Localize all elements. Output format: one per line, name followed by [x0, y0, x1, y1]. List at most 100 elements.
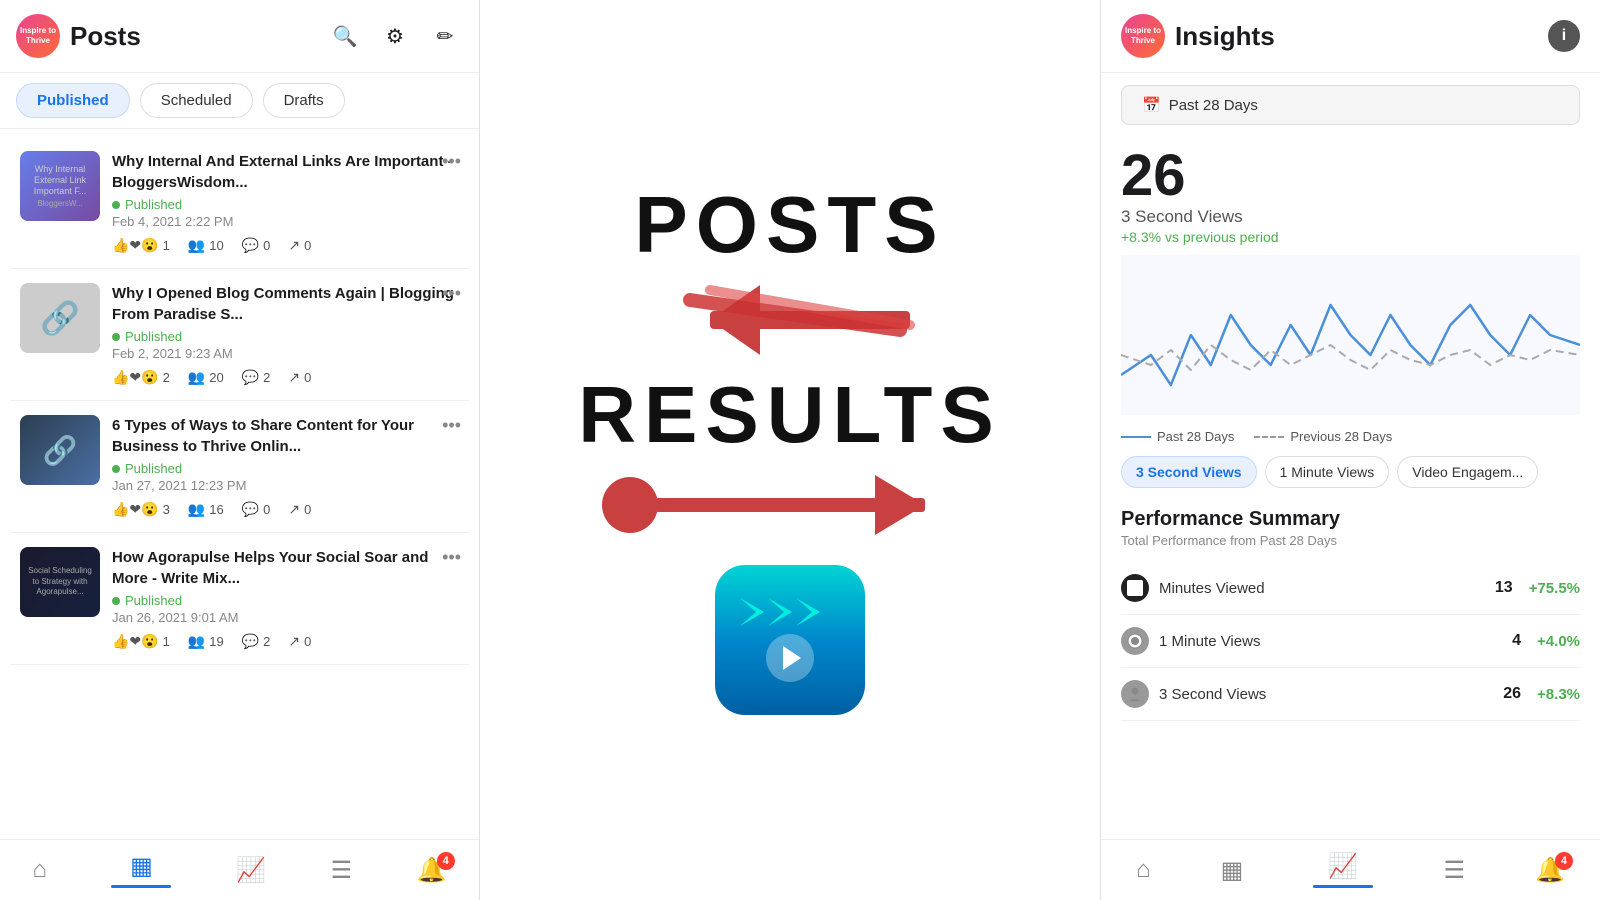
- post-date: Jan 27, 2021 12:23 PM: [112, 478, 459, 493]
- left-arrow-graphic: [650, 265, 930, 375]
- filter-button[interactable]: ⚙: [377, 18, 413, 54]
- metrics-summary: 26 3 Second Views +8.3% vs previous peri…: [1101, 137, 1600, 245]
- inbox-icon: ☰: [1443, 856, 1465, 885]
- status-dot: [112, 201, 120, 209]
- right-arrow-graphic: [600, 465, 980, 545]
- post-stats: 👍❤😮 1 👥 10 💬 0 ↗ 0: [112, 237, 459, 254]
- home-icon: ⌂: [1136, 856, 1151, 884]
- more-options-button[interactable]: •••: [442, 283, 461, 304]
- 3second-value: 26: [1503, 685, 1521, 703]
- main-metric-number: 26: [1121, 147, 1580, 205]
- post-status: Published: [112, 593, 459, 608]
- reactions-stat: 👍❤😮 1: [112, 633, 170, 650]
- notification-badge: 4: [437, 852, 455, 870]
- right-page-title: Insights: [1175, 21, 1275, 52]
- chart-container: [1101, 245, 1600, 425]
- line-chart: [1121, 255, 1580, 415]
- right-bottom-nav: ⌂ ▦ 📈 ☰ 🔔 4: [1101, 839, 1600, 900]
- nav-item-analytics[interactable]: 📈: [236, 856, 266, 885]
- post-title: Why I Opened Blog Comments Again | Blogg…: [112, 283, 459, 325]
- right-nav-analytics[interactable]: 📈: [1313, 852, 1373, 888]
- metric-tabs: 3 Second Views 1 Minute Views Video Enga…: [1101, 448, 1600, 496]
- reactions-stat: 👍❤😮 1: [112, 237, 170, 254]
- post-title: How Agorapulse Helps Your Social Soar an…: [112, 547, 459, 589]
- perf-row-3second: 3 Second Views 26 +8.3%: [1121, 668, 1580, 721]
- minutes-icon: [1121, 574, 1149, 602]
- title-row: Inspire to Thrive Posts: [16, 14, 141, 58]
- play-button: [766, 634, 814, 682]
- left-panel: Inspire to Thrive Posts 🔍 ⚙ ✏ Published …: [0, 0, 480, 900]
- perf-row-left: 1 Minute Views: [1121, 627, 1260, 655]
- list-item: 🔗 6 Types of Ways to Share Content for Y…: [10, 401, 469, 533]
- results-text: RESULTS: [578, 375, 1001, 455]
- right-nav-posts[interactable]: ▦: [1221, 856, 1244, 885]
- nav-item-inbox[interactable]: ☰: [331, 856, 353, 885]
- home-icon: ⌂: [32, 856, 47, 884]
- perf-row-right: 4 +4.0%: [1512, 632, 1580, 650]
- status-dot: [112, 465, 120, 473]
- shares-stat: ↗ 0: [288, 369, 311, 386]
- right-nav-home[interactable]: ⌂: [1136, 856, 1151, 884]
- legend-previous: Previous 28 Days: [1254, 429, 1392, 444]
- status-dot: [112, 597, 120, 605]
- 1minute-value: 4: [1512, 632, 1521, 650]
- date-filter-label: Past 28 Days: [1169, 97, 1258, 114]
- nav-item-posts[interactable]: ▦: [111, 852, 171, 888]
- comments-stat: 💬 0: [242, 501, 271, 518]
- nav-item-notifications[interactable]: 🔔 4: [417, 856, 447, 885]
- post-title: Why Internal And External Links Are Impo…: [112, 151, 459, 193]
- search-button[interactable]: 🔍: [327, 18, 363, 54]
- nav-item-home[interactable]: ⌂: [32, 856, 47, 884]
- 1minute-icon: [1121, 627, 1149, 655]
- tab-video-engagement[interactable]: Video Engagem...: [1397, 456, 1538, 488]
- comments-stat: 💬 2: [242, 633, 271, 650]
- perf-row-minutes: Minutes Viewed 13 +75.5%: [1121, 562, 1580, 615]
- page-title: Posts: [70, 21, 141, 52]
- active-indicator: [1313, 885, 1373, 888]
- post-date: Feb 4, 2021 2:22 PM: [112, 214, 459, 229]
- post-thumbnail: Why InternalExternal LinkImportant F... …: [20, 151, 100, 221]
- tab-drafts[interactable]: Drafts: [263, 83, 345, 118]
- tab-3second-views[interactable]: 3 Second Views: [1121, 456, 1257, 488]
- right-nav-inbox[interactable]: ☰: [1443, 856, 1465, 885]
- more-options-button[interactable]: •••: [442, 151, 461, 172]
- posts-text: POSTS: [634, 185, 945, 265]
- list-item: Social Schedulingto Strategy withAgorapu…: [10, 533, 469, 665]
- tab-scheduled[interactable]: Scheduled: [140, 83, 253, 118]
- right-nav-notifications[interactable]: 🔔 4: [1535, 856, 1565, 885]
- minutes-change: +75.5%: [1529, 580, 1580, 597]
- post-thumbnail: 🔗: [20, 283, 100, 353]
- perf-row-left: 3 Second Views: [1121, 680, 1266, 708]
- main-metric-change: +8.3% vs previous period: [1121, 229, 1580, 245]
- tab-1minute-views[interactable]: 1 Minute Views: [1265, 456, 1390, 488]
- more-options-button[interactable]: •••: [442, 415, 461, 436]
- 1minute-label: 1 Minute Views: [1159, 633, 1260, 650]
- post-content: How Agorapulse Helps Your Social Soar an…: [112, 547, 459, 650]
- left-panel-header: Inspire to Thrive Posts 🔍 ⚙ ✏: [0, 0, 479, 73]
- post-content: Why I Opened Blog Comments Again | Blogg…: [112, 283, 459, 386]
- post-date: Feb 2, 2021 9:23 AM: [112, 346, 459, 361]
- compose-button[interactable]: ✏: [427, 18, 463, 54]
- status-dot: [112, 333, 120, 341]
- post-status: Published: [112, 197, 459, 212]
- posts-icon: ▦: [130, 852, 153, 881]
- list-item: 🔗 Why I Opened Blog Comments Again | Blo…: [10, 269, 469, 401]
- legend-past: Past 28 Days: [1121, 429, 1234, 444]
- info-button[interactable]: i: [1548, 20, 1580, 52]
- reach-stat: 👥 19: [188, 633, 224, 650]
- reach-stat: 👥 16: [188, 501, 224, 518]
- middle-panel: POSTS RESULTS: [480, 0, 1100, 900]
- right-title-row: Inspire to Thrive Insights: [1121, 14, 1275, 58]
- more-options-button[interactable]: •••: [442, 547, 461, 568]
- minutes-label: Minutes Viewed: [1159, 580, 1265, 597]
- post-stats: 👍❤😮 2 👥 20 💬 2 ↗ 0: [112, 369, 459, 386]
- post-thumbnail: 🔗: [20, 415, 100, 485]
- tab-published[interactable]: Published: [16, 83, 130, 118]
- right-panel: Inspire to Thrive Insights i 📅 Past 28 D…: [1100, 0, 1600, 900]
- date-filter-button[interactable]: 📅 Past 28 Days: [1121, 85, 1580, 125]
- brand-logo-right: Inspire to Thrive: [1121, 14, 1165, 58]
- play-triangle: [783, 646, 801, 670]
- posts-list: Why InternalExternal LinkImportant F... …: [0, 129, 479, 839]
- inbox-icon: ☰: [331, 856, 353, 885]
- brand-logo: Inspire to Thrive: [16, 14, 60, 58]
